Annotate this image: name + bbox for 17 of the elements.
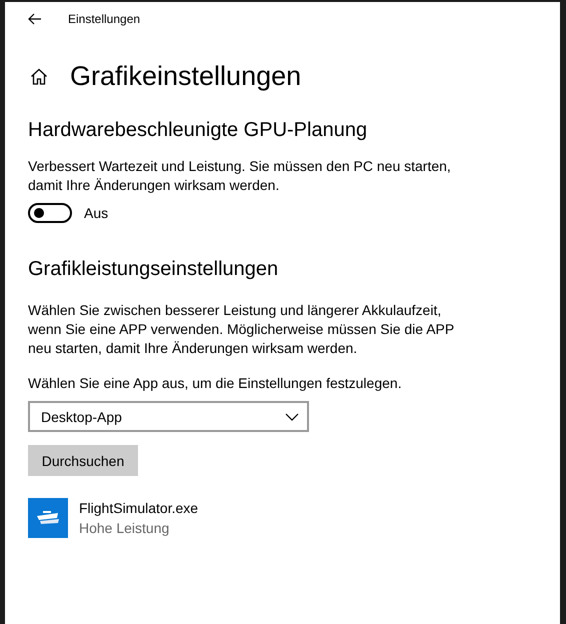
description: Verbessert Wartezeit und Leistung. Sie müssen den PC neu starten, damit Ihre Änderungen wirksam werden. <box>28 157 452 195</box>
chevron-down-icon <box>285 412 299 420</box>
window-title: Einstellungen <box>68 12 140 26</box>
browse-button[interactable]: Durchsuchen <box>28 445 138 476</box>
app-name: FlightSimulator.exe <box>79 499 198 518</box>
app-icon[interactable] <box>28 498 68 538</box>
home-icon[interactable] <box>30 68 48 84</box>
app-type-dropdown[interactable]: Desktop-App <box>28 401 309 432</box>
select-label: Wählen Sie eine App aus, um die Einstellungen festzulegen. <box>28 375 403 391</box>
section-heading: Grafikleistungseinstellungen <box>28 258 280 281</box>
toggle-label: Aus <box>84 205 108 221</box>
app-preference: Hohe Leistung <box>79 519 170 538</box>
toggle-switch[interactable] <box>28 203 72 223</box>
page-title: Grafikeinstellungen <box>70 60 302 92</box>
description: Wählen Sie zwischen besserer Leistung und längerer Akkulaufzeit, wenn Sie eine APP verwenden. Möglicherweise müssen Sie die APP neu starten, damit Ihre Änderungen wirksam werden. <box>28 301 455 358</box>
back-arrow-icon[interactable] <box>28 13 42 25</box>
section-heading: Hardwarebeschleunigte GPU-Planung <box>28 119 368 142</box>
